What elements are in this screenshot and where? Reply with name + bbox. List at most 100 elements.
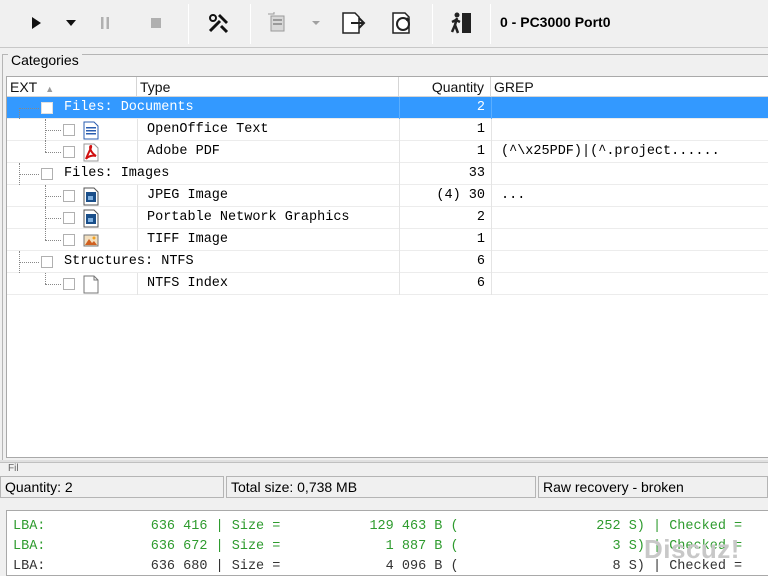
tree-line [45,218,61,219]
row-checkbox[interactable] [63,190,75,202]
tree-line [45,130,61,131]
status-total-size: Total size: 0,738 MB [226,476,536,498]
tree-line [45,141,46,152]
table-row[interactable]: OpenOffice Text 1 [7,119,768,141]
toolbar-separator [490,4,491,44]
column-header-ext[interactable]: EXT ▲ [7,77,137,97]
column-divider [491,119,492,141]
row-checkbox[interactable] [63,124,75,136]
row-quantity: 1 [476,232,485,247]
tree-line [19,174,39,175]
row-quantity: 2 [476,100,485,115]
pause-button[interactable] [92,6,118,40]
row-checkbox[interactable] [41,102,53,114]
row-checkbox[interactable] [63,278,75,290]
column-divider [491,163,492,185]
filter-label: Fil [8,463,19,474]
row-checkbox[interactable] [41,256,53,268]
export-icon [342,12,366,34]
row-grep: (^\x25PDF)|(^.project...... [501,144,720,159]
row-checkbox[interactable] [63,212,75,224]
add-file-icon [268,12,285,32]
log-line: LBA: 636 416 | Size = 129 463 B ( 252 S)… [13,519,743,534]
toolbar-separator [250,4,251,44]
categories-legend: Categories [8,52,82,68]
column-divider [137,207,138,229]
blank-file-icon [83,275,99,294]
table-row[interactable]: Files: Images 33 [7,163,768,185]
status-quantity: Quantity: 2 [0,476,224,498]
categories-table[interactable]: EXT ▲ Type Quantity GREP Files: Documents… [6,76,768,458]
row-quantity: (4) 30 [436,188,485,203]
table-row[interactable]: JPEG Image (4) 30 ... [7,185,768,207]
table-row[interactable]: Files: Documents 2 [7,97,768,119]
refresh-icon [392,12,410,34]
toolbar: 0 - PC3000 Port0 [0,0,768,48]
tree-line [45,229,46,240]
table-row[interactable]: NTFS Index 6 [7,273,768,295]
pause-icon [101,17,109,29]
row-type: OpenOffice Text [147,122,269,137]
stop-icon [151,18,161,28]
status-mode: Raw recovery - broken [538,476,768,498]
column-divider [137,119,138,141]
column-header-type[interactable]: Type [137,77,399,97]
row-quantity: 6 [476,254,485,269]
table-row[interactable]: Portable Network Graphics 2 [7,207,768,229]
refresh-button[interactable] [386,6,420,40]
table-row[interactable]: TIFF Image 1 [7,229,768,251]
column-divider [491,97,492,119]
play-button[interactable] [22,6,50,40]
row-grep [501,229,768,251]
tools-icon [208,14,229,34]
row-grep [501,97,768,119]
export-button[interactable] [336,6,370,40]
column-divider [491,229,492,251]
row-checkbox[interactable] [63,234,75,246]
table-header: EXT ▲ Type Quantity GREP [7,77,768,97]
column-header-quantity[interactable]: Quantity [399,77,491,97]
row-type: Portable Network Graphics [147,210,350,225]
watermark-logo: Discuz! [644,534,740,564]
row-checkbox[interactable] [41,168,53,180]
column-divider [137,185,138,207]
column-divider [137,229,138,251]
row-checkbox[interactable] [63,146,75,158]
row-quantity: 33 [468,166,485,181]
table-row[interactable]: Structures: NTFS 6 [7,251,768,273]
row-grep [501,163,768,185]
tree-line [19,108,39,109]
row-grep [501,251,768,273]
exit-button[interactable] [444,6,478,40]
picture-icon [83,231,99,250]
table-row[interactable]: Adobe PDF 1 (^\x25PDF)|(^.project...... [7,141,768,163]
row-type: Adobe PDF [147,144,220,159]
row-grep: ... [501,188,526,203]
row-type: Structures: NTFS [64,254,194,269]
column-divider [137,273,138,295]
row-type: Files: Images [64,166,170,181]
column-divider [491,207,492,229]
log-line: LBA: 636 672 | Size = 1 887 B ( 3 S) | C… [13,539,743,554]
row-quantity: 1 [476,122,485,137]
row-grep [501,119,768,141]
column-divider [491,141,492,163]
column-header-grep[interactable]: GREP [491,77,768,97]
pdf-icon [83,143,99,162]
tools-button[interactable] [202,6,236,40]
row-quantity: 6 [476,276,485,291]
image-icon [83,209,99,228]
add-button[interactable] [262,6,292,40]
play-options-dropdown[interactable] [58,6,84,40]
column-header-ext-label: EXT [10,79,38,95]
tree-line [45,273,46,284]
add-options-dropdown[interactable] [306,6,326,40]
sort-ascending-icon: ▲ [45,84,55,94]
column-divider [491,273,492,295]
column-divider [491,251,492,273]
tree-line [45,240,61,241]
stop-button[interactable] [142,6,170,40]
tree-line [45,152,61,153]
panel-splitter[interactable] [0,460,768,463]
row-grep [501,273,768,295]
